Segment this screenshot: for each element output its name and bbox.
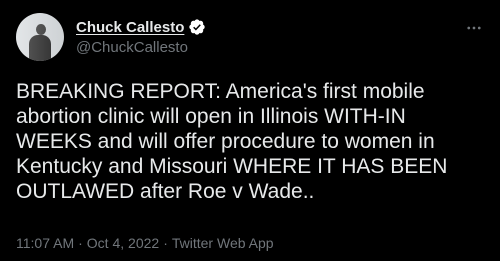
more-options-icon [467, 26, 481, 30]
tweet-card: Chuck Callesto @ChuckCallesto BREAKING R… [0, 0, 500, 261]
name-row: Chuck Callesto [76, 16, 206, 38]
avatar[interactable] [16, 13, 64, 61]
author-names: Chuck Callesto @ChuckCallesto [76, 16, 206, 58]
tweet-source: Twitter Web App [171, 235, 274, 251]
avatar-shade [16, 13, 64, 61]
author-handle[interactable]: @ChuckCallesto [76, 38, 206, 58]
verified-badge-icon [189, 19, 206, 35]
tweet-header: Chuck Callesto @ChuckCallesto [16, 12, 206, 62]
tweet-meta: 11:07 AM · Oct 4, 2022 · Twitter Web App [16, 234, 274, 252]
meta-separator: · [78, 235, 83, 251]
author-display-name[interactable]: Chuck Callesto [76, 19, 184, 36]
tweet-time[interactable]: 11:07 AM [16, 235, 74, 251]
tweet-text: BREAKING REPORT: America's first mobile … [16, 80, 448, 203]
more-options-button[interactable] [464, 18, 484, 38]
tweet-date[interactable]: Oct 4, 2022 [87, 235, 159, 251]
meta-separator-2: · [163, 235, 168, 251]
